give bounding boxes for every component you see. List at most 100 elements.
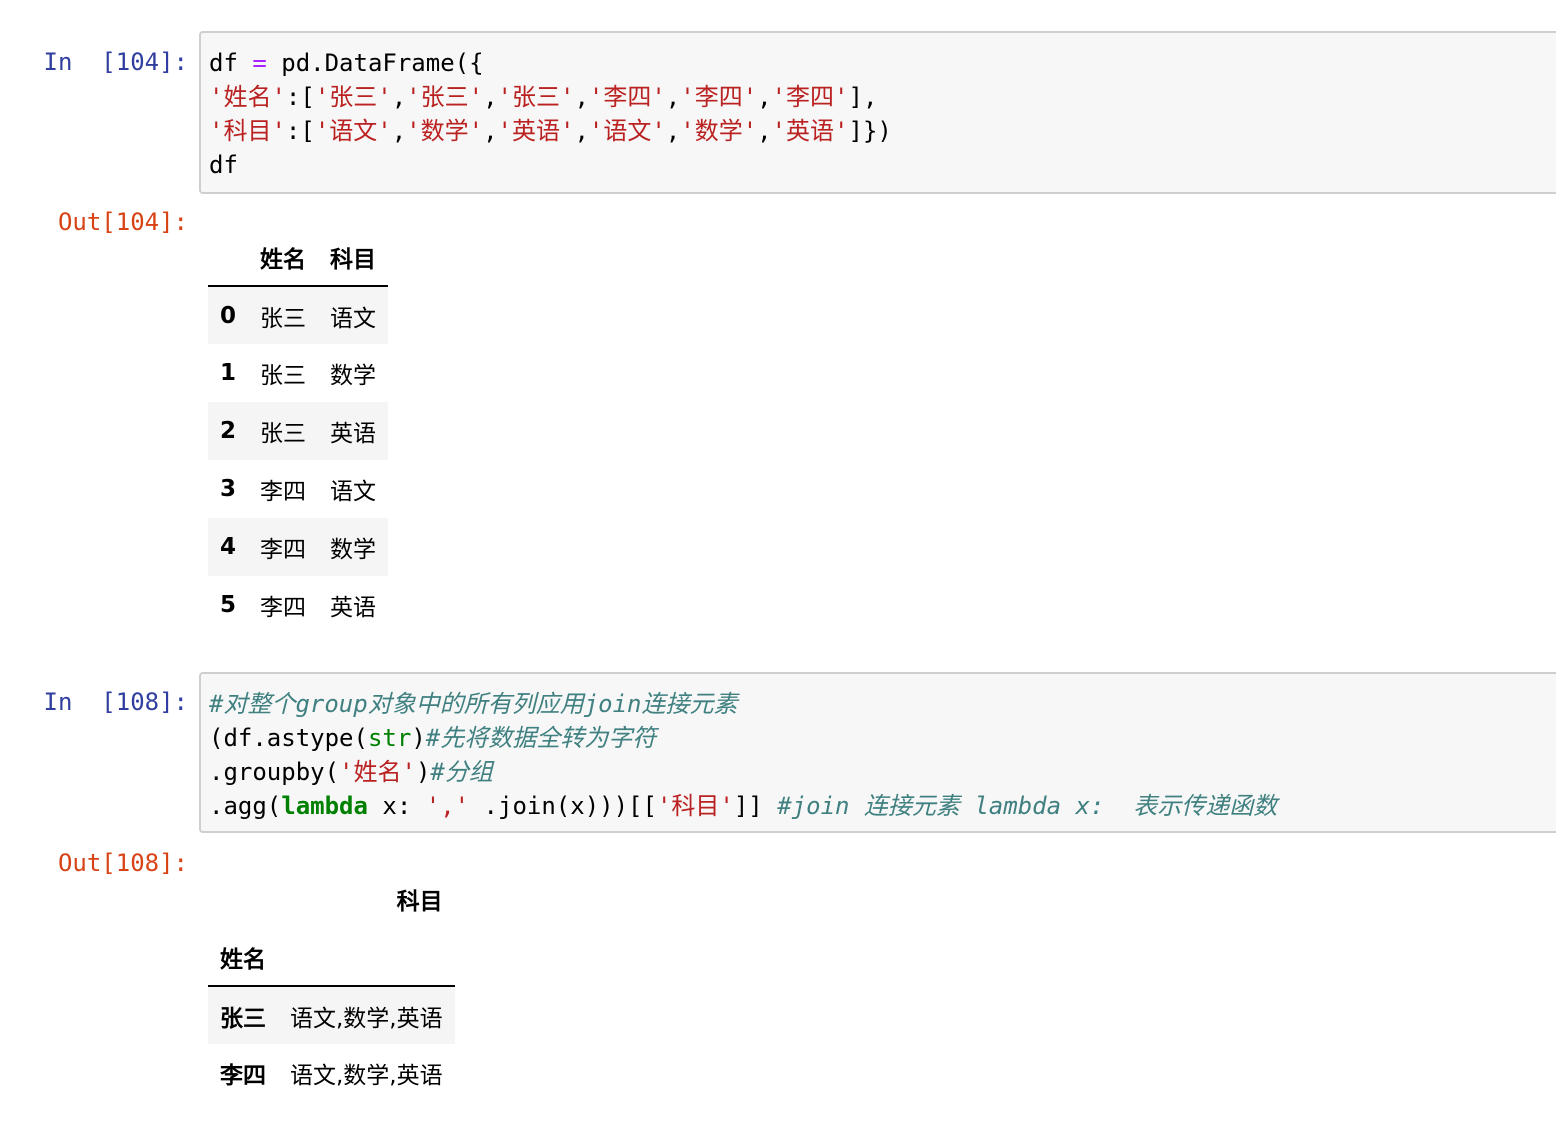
string-token: '李四' (588, 83, 666, 111)
string-token: ',' (425, 792, 470, 820)
string-token: '张三' (406, 83, 484, 111)
string-token: '数学' (680, 117, 758, 145)
table-cell: 李四 (260, 537, 307, 563)
code-token: ) (411, 724, 426, 752)
row-index: 4 (220, 534, 237, 560)
code-token: :[ (285, 117, 315, 145)
string-token: '张三' (497, 83, 575, 111)
code-line: '姓名':['张三','张三','张三','李四','李四','李四'], (209, 80, 1556, 114)
output-prompt-108: Out[108]: (57, 849, 188, 877)
code-token: , (391, 117, 407, 145)
table-cell: 李四 (260, 595, 307, 621)
string-token: '数学' (406, 117, 484, 145)
code-token: , (757, 117, 772, 145)
code-token: ) (415, 758, 431, 786)
code-cell-108[interactable]: #对整个group对象中的所有列应用join连接元素 (df.astype(st… (199, 672, 1556, 833)
keyword-token: lambda (281, 792, 368, 820)
string-token: '英语' (771, 117, 849, 145)
code-token: , (665, 83, 681, 111)
code-token: ]] (733, 792, 778, 820)
table-row: 李四 语文,数学,英语 (208, 1044, 455, 1102)
code-line: df = pd.DataFrame({ (209, 46, 1556, 80)
table-row: 2 张三 英语 (208, 402, 389, 460)
output-prompt-104: Out[104]: (57, 208, 188, 236)
code-line: df (209, 148, 1556, 182)
table-cell: 英语 (330, 421, 377, 447)
table-cell: 数学 (330, 537, 377, 563)
code-token: df (209, 49, 253, 77)
code-line: (df.astype(str)#先将数据全转为字符 (209, 721, 1556, 755)
table-row: 1 张三 数学 (208, 344, 388, 402)
table-cell: 张三 (260, 421, 307, 447)
code-token: , (574, 83, 589, 111)
code-line: '科目':['语文','数学','英语','语文','数学','英语']}) (209, 114, 1556, 148)
table-index-name-row: 姓名 (208, 928, 455, 987)
table-cell: 语文 (330, 305, 377, 332)
row-index: 5 (220, 592, 237, 618)
comment-token: #分组 (430, 758, 493, 786)
table-row: 5 李四 英语 (208, 576, 388, 634)
string-token: '李四' (680, 83, 758, 111)
code-token: , (665, 117, 681, 145)
row-index: 李四 (220, 1063, 266, 1089)
index-header (208, 228, 249, 287)
string-token: '姓名' (339, 758, 416, 786)
table-header-row: 姓名 科目 (208, 228, 389, 287)
comment-token: #先将数据全转为字符 (425, 724, 657, 752)
code-token: , (757, 83, 772, 111)
code-line: .groupby('姓名')#分组 (209, 755, 1556, 789)
string-token: '语文' (314, 117, 392, 145)
input-prompt-108: In [108]: (43, 688, 189, 716)
string-token: '李四' (771, 83, 849, 111)
string-token: '张三' (314, 83, 392, 111)
table-cell: 张三 (260, 305, 307, 332)
code-token: ], (848, 83, 878, 111)
row-index: 0 (220, 302, 237, 329)
index-name-header: 姓名 (208, 928, 278, 987)
row-index: 2 (220, 418, 237, 444)
operator-token: = (252, 49, 267, 77)
table-cell: 英语 (330, 595, 377, 621)
code-token: (df.astype( (209, 724, 368, 752)
code-token: df (209, 151, 238, 179)
code-token: , (574, 117, 589, 145)
string-token: '姓名' (209, 83, 286, 111)
table-row: 4 李四 数学 (208, 518, 389, 576)
row-index: 张三 (220, 1005, 266, 1032)
table-cell: 李四 (260, 479, 307, 505)
code-token: , (483, 117, 498, 145)
dataframe-output-108: 科目 姓名 张三 语文,数学,英语 李四 语文,数学,英语 (208, 870, 455, 1102)
table-cell: 语文 (330, 479, 377, 505)
code-token: ]}) (848, 117, 892, 145)
row-index: 1 (220, 360, 237, 386)
comment-token: #join 连接元素 lambda x: 表示传递函数 (777, 792, 1278, 820)
table-cell: 语文,数学,英语 (290, 1005, 443, 1032)
table-cell: 语文,数学,英语 (290, 1063, 443, 1089)
string-token: '科目' (209, 117, 286, 145)
comment-token: #对整个group对象中的所有列应用join连接元素 (209, 690, 738, 718)
table-header-row: 科目 (208, 870, 455, 928)
code-token: , (483, 83, 498, 111)
string-token: '英语' (497, 117, 575, 145)
table-row: 3 李四 语文 (208, 460, 388, 518)
code-cell-104[interactable]: df = pd.DataFrame({ '姓名':['张三','张三','张三'… (199, 31, 1556, 194)
code-token: .agg( (209, 792, 282, 820)
code-token: x: (367, 792, 426, 820)
column-header-name: 姓名 (248, 228, 319, 287)
code-token: :[ (285, 83, 315, 111)
code-line: #对整个group对象中的所有列应用join连接元素 (209, 687, 1556, 721)
column-header-subject: 科目 (396, 889, 443, 915)
string-token: '科目' (656, 792, 734, 820)
column-header-subject: 科目 (318, 228, 389, 287)
code-token: , (391, 83, 407, 111)
code-token: .groupby( (209, 758, 340, 786)
index-header (208, 870, 278, 928)
empty-header (278, 928, 455, 987)
dataframe-output-104: 姓名 科目 0 张三 语文 1 张三 数学 2 张三 英语 3 李四 语文 4 … (208, 228, 389, 634)
row-index: 3 (220, 476, 237, 502)
table-row: 张三 语文,数学,英语 (208, 986, 455, 1044)
code-line: .agg(lambda x: ',' .join(x)))[['科目']] #j… (209, 789, 1556, 823)
table-row: 0 张三 语文 (208, 286, 389, 344)
table-cell: 数学 (330, 363, 377, 389)
table-cell: 张三 (260, 363, 307, 389)
